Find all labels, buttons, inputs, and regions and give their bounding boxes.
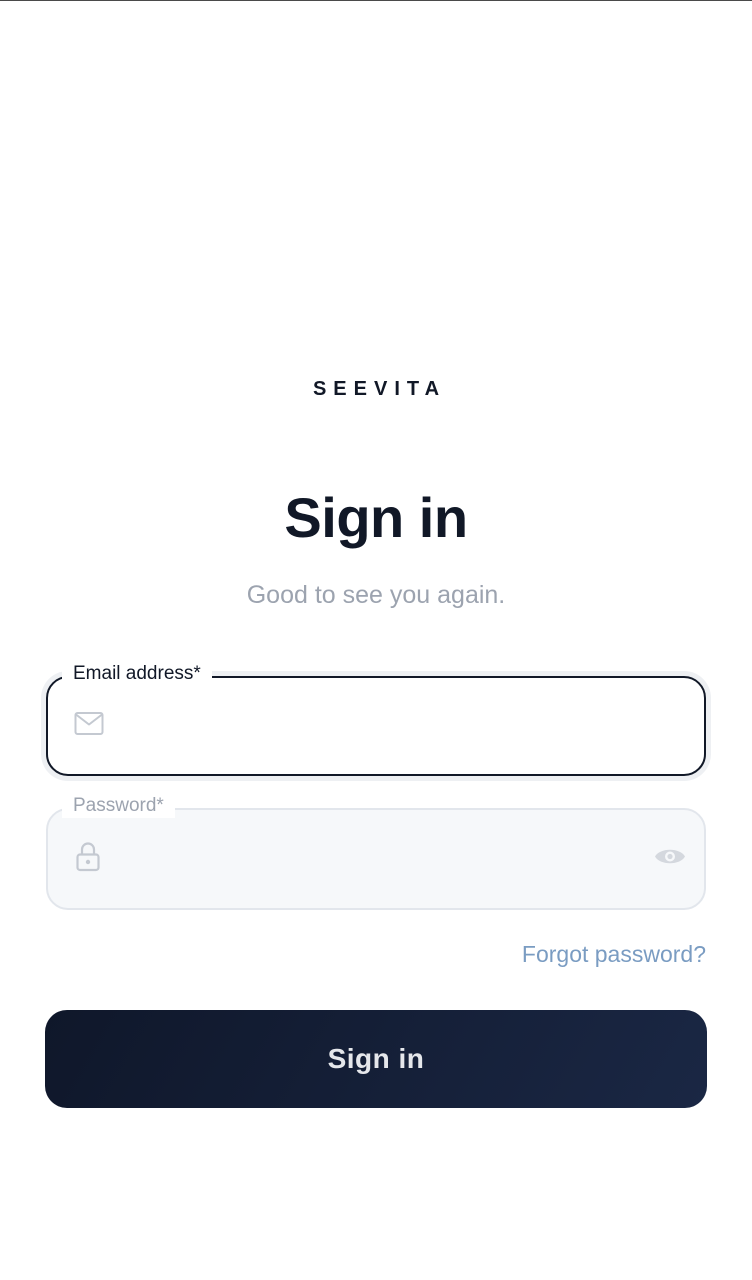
lock-icon	[76, 842, 100, 877]
forgot-password-link[interactable]: Forgot password?	[522, 941, 706, 968]
page-title: Sign in	[284, 486, 468, 549]
email-field[interactable]: Email address*	[46, 662, 706, 776]
password-field[interactable]: Password*	[46, 794, 706, 910]
email-input[interactable]	[128, 678, 624, 774]
brand-logo: SEEVITA	[312, 378, 447, 400]
top-divider	[0, 0, 752, 1]
eye-icon[interactable]	[654, 846, 686, 873]
page-subtitle: Good to see you again.	[246, 581, 506, 609]
mail-icon	[74, 712, 104, 741]
sign-in-button[interactable]: Sign in	[45, 1010, 707, 1108]
password-input[interactable]	[128, 810, 624, 908]
